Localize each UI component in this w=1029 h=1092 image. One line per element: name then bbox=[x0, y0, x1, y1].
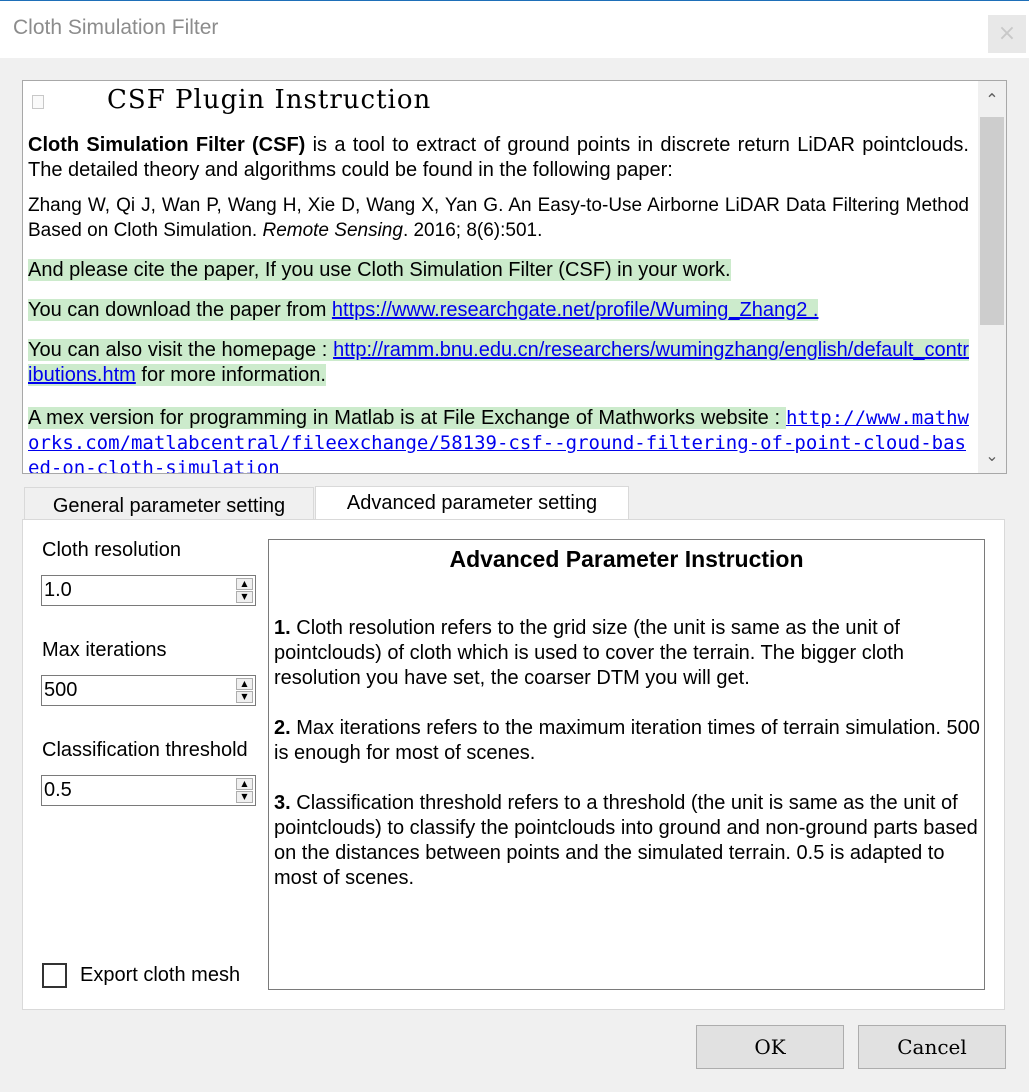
paragraph-text: Cloth resolution refers to the grid size… bbox=[274, 617, 904, 689]
chevron-up-icon[interactable]: ⌃ bbox=[978, 85, 1006, 115]
advanced-instruction-box: Advanced Parameter Instruction 1. Cloth … bbox=[268, 539, 985, 990]
cloth-resolution-input[interactable] bbox=[44, 577, 229, 604]
max-iterations-input[interactable] bbox=[44, 677, 229, 704]
advanced-instruction-title: Advanced Parameter Instruction bbox=[449, 546, 804, 572]
advanced-paragraph-2: 2. Max iterations refers to the maximum … bbox=[274, 716, 980, 766]
mex-paragraph: A mex version for programming in Matlab … bbox=[28, 406, 969, 473]
homepage-prefix: You can also visit the homepage : bbox=[28, 339, 334, 361]
homepage-paragraph: You can also visit the homepage : http:/… bbox=[28, 338, 969, 388]
cite-note: And please cite the paper, If you use Cl… bbox=[28, 259, 731, 281]
download-paragraph: You can download the paper from https://… bbox=[28, 298, 969, 323]
citation-paragraph: Zhang W, Qi J, Wan P, Wang H, Xie D, Wan… bbox=[28, 193, 969, 243]
classification-threshold-spinbox[interactable]: ▲ ▼ bbox=[41, 775, 256, 806]
increment-arrow-icon[interactable]: ▲ bbox=[236, 578, 253, 590]
paragraph-number: 1. bbox=[274, 617, 291, 639]
homepage-suffix: for more information. bbox=[135, 364, 326, 386]
paragraph-text: Classification threshold refers to a thr… bbox=[274, 792, 978, 889]
max-iterations-label: Max iterations bbox=[42, 639, 167, 661]
decrement-arrow-icon[interactable]: ▼ bbox=[236, 791, 253, 803]
paragraph-number: 3. bbox=[274, 792, 291, 814]
increment-arrow-icon[interactable]: ▲ bbox=[236, 678, 253, 690]
scrollbar-thumb[interactable] bbox=[980, 117, 1004, 325]
decrement-arrow-icon[interactable]: ▼ bbox=[236, 591, 253, 603]
vertical-scrollbar[interactable]: ⌃ ⌄ bbox=[978, 81, 1006, 473]
export-cloth-mesh-checkbox[interactable] bbox=[42, 963, 67, 988]
intro-bold: Cloth Simulation Filter (CSF) bbox=[28, 134, 306, 156]
title-bar: Cloth Simulation Filter × bbox=[0, 0, 1029, 58]
classification-threshold-input[interactable] bbox=[44, 777, 229, 804]
intro-paragraph: Cloth Simulation Filter (CSF) is a tool … bbox=[28, 133, 969, 183]
max-iterations-spinbox[interactable]: ▲ ▼ bbox=[41, 675, 256, 706]
increment-arrow-icon[interactable]: ▲ bbox=[236, 778, 253, 790]
download-prefix: You can download the paper from bbox=[28, 299, 332, 321]
paragraph-text: Max iterations refers to the maximum ite… bbox=[274, 717, 980, 764]
chevron-down-icon[interactable]: ⌄ bbox=[978, 441, 1006, 471]
document-icon bbox=[32, 95, 44, 109]
instruction-browser[interactable]: CSF Plugin Instruction Cloth Simulation … bbox=[22, 80, 1007, 474]
tab-general-parameter-setting[interactable]: General parameter setting bbox=[24, 487, 314, 521]
ok-button[interactable]: OK bbox=[696, 1025, 844, 1069]
citation-tail: . 2016; 8(6):501. bbox=[402, 220, 543, 241]
cite-note-paragraph: And please cite the paper, If you use Cl… bbox=[28, 258, 969, 283]
decrement-arrow-icon[interactable]: ▼ bbox=[236, 691, 253, 703]
instruction-heading: CSF Plugin Instruction bbox=[107, 85, 432, 115]
export-cloth-mesh-label[interactable]: Export cloth mesh bbox=[80, 964, 240, 987]
window-title: Cloth Simulation Filter bbox=[13, 16, 219, 39]
tab-advanced-parameter-setting[interactable]: Advanced parameter setting bbox=[315, 486, 629, 521]
advanced-paragraph-3: 3. Classification threshold refers to a … bbox=[274, 791, 980, 891]
close-button[interactable]: × bbox=[988, 15, 1026, 53]
paragraph-number: 2. bbox=[274, 717, 291, 739]
advanced-paragraph-1: 1. Cloth resolution refers to the grid s… bbox=[274, 616, 980, 691]
classification-threshold-label: Classification threshold bbox=[42, 739, 248, 761]
mex-prefix: A mex version for programming in Matlab … bbox=[28, 407, 786, 429]
cancel-button[interactable]: Cancel bbox=[858, 1025, 1006, 1069]
download-link[interactable]: https://www.researchgate.net/profile/Wum… bbox=[331, 299, 819, 321]
citation-journal: Remote Sensing bbox=[262, 220, 403, 241]
cloth-resolution-spinbox[interactable]: ▲ ▼ bbox=[41, 575, 256, 606]
cloth-resolution-label: Cloth resolution bbox=[42, 539, 181, 561]
